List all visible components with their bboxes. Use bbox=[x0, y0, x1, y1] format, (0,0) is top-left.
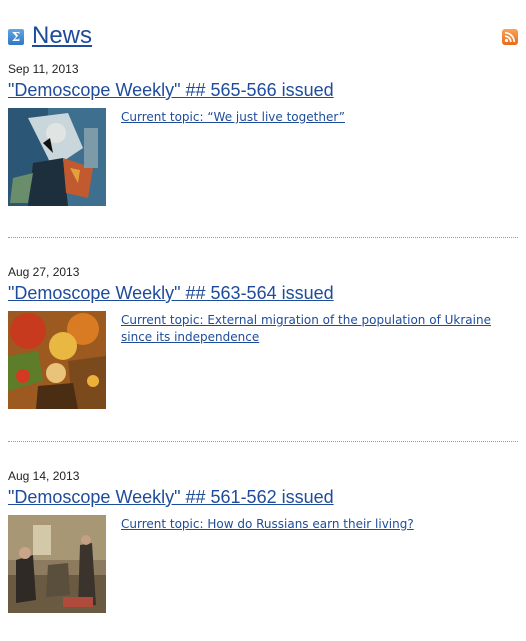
current-topic-link[interactable]: Current topic: “We just live together” bbox=[121, 109, 511, 126]
news-date: Aug 14, 2013 bbox=[8, 469, 80, 483]
news-headline-link[interactable]: "Demoscope Weekly" ## 563-564 issued bbox=[8, 282, 518, 304]
news-item: Aug 14, 2013 "Demoscope Weekly" ## 561-5… bbox=[8, 469, 518, 613]
divider bbox=[8, 237, 518, 238]
news-item: Aug 27, 2013 "Demoscope Weekly" ## 563-5… bbox=[8, 265, 518, 409]
sigma-icon[interactable]: Σ bbox=[8, 29, 24, 45]
news-title-link[interactable]: News bbox=[32, 20, 92, 52]
news-headline-link[interactable]: "Demoscope Weekly" ## 561-562 issued bbox=[8, 486, 518, 508]
news-header: Σ News bbox=[8, 20, 518, 52]
current-topic-link[interactable]: Current topic: How do Russians earn thei… bbox=[121, 516, 511, 533]
news-date: Sep 11, 2013 bbox=[8, 62, 79, 76]
rss-icon[interactable] bbox=[502, 29, 518, 45]
divider bbox=[8, 441, 518, 442]
news-date: Aug 27, 2013 bbox=[8, 265, 80, 279]
painting-thumbnail[interactable] bbox=[8, 515, 106, 613]
painting-thumbnail[interactable] bbox=[8, 311, 106, 409]
news-headline-link[interactable]: "Demoscope Weekly" ## 565-566 issued bbox=[8, 79, 518, 101]
news-item: Sep 11, 2013 "Demoscope Weekly" ## 565-5… bbox=[8, 62, 518, 206]
painting-thumbnail[interactable] bbox=[8, 108, 106, 206]
current-topic-link[interactable]: Current topic: External migration of the… bbox=[121, 312, 511, 346]
